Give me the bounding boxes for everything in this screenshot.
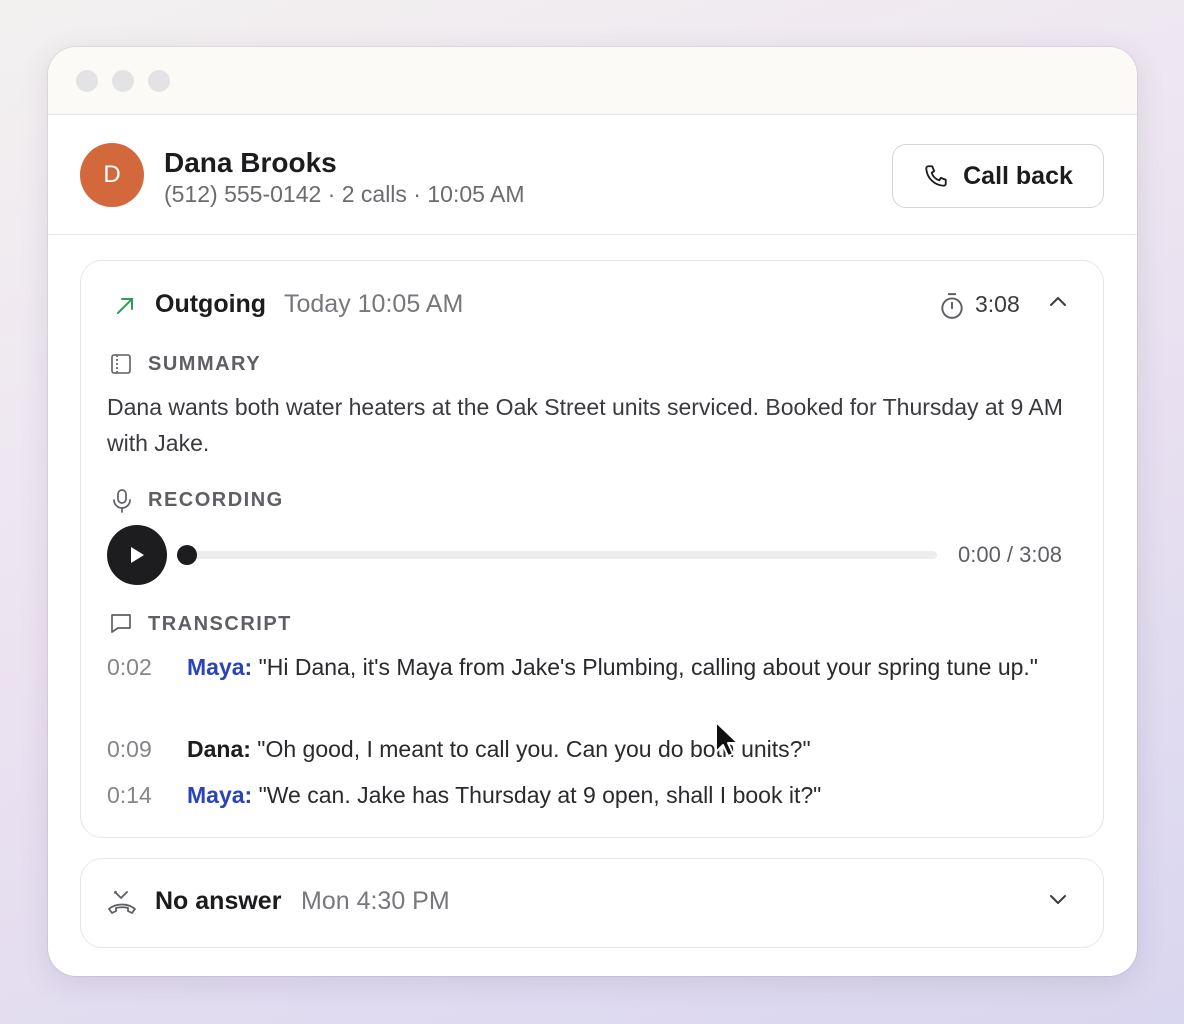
stopwatch-icon (941, 293, 963, 319)
call-detail-window: D Dana Brooks (512) 555-0142 · 2 calls ·… (48, 47, 1137, 976)
call-card-outgoing: Outgoing Today 10:05 AM 3:08 SUMMARY Dan… (80, 260, 1104, 838)
transcript-line: 0:09 Dana: "Oh good, I meant to call you… (107, 732, 1057, 766)
transcript-timestamp: 0:14 (107, 782, 152, 808)
transcript-timestamp: 0:02 (107, 654, 152, 680)
recording-progress-track[interactable] (179, 551, 937, 559)
play-icon (131, 547, 144, 563)
chevron-down-icon[interactable] (1047, 891, 1069, 907)
phone-icon (925, 165, 947, 187)
chat-bubble-icon (111, 614, 131, 633)
window-close-dot[interactable] (76, 70, 98, 92)
avatar: D (80, 143, 144, 207)
call-direction: No answer (155, 887, 282, 915)
transcript-line: 0:14 Maya: "We can. Jake has Thursday at… (107, 778, 1057, 812)
contact-header: D Dana Brooks (512) 555-0142 · 2 calls ·… (48, 115, 1137, 235)
window-minimize-dot[interactable] (112, 70, 134, 92)
recording-scrubber-knob[interactable] (177, 545, 197, 565)
call-back-label: Call back (963, 161, 1073, 190)
microphone-icon (113, 489, 131, 513)
summary-text: Dana wants both water heaters at the Oak… (107, 394, 1063, 456)
transcript-text: "Hi Dana, it's Maya from Jake's Plumbing… (258, 654, 1038, 680)
transcript-speaker: Maya: (187, 654, 253, 680)
call-duration: 3:08 (975, 291, 1020, 317)
recording-label: RECORDING (148, 489, 284, 511)
call-direction: Outgoing (155, 290, 267, 318)
call-back-button[interactable]: Call back (892, 144, 1104, 208)
recording-time: 0:00 / 3:08 (958, 542, 1062, 567)
transcript-line: 0:02 Maya: "Hi Dana, it's Maya from Jake… (107, 650, 1057, 720)
transcript-label: TRANSCRIPT (148, 613, 292, 635)
document-icon (111, 354, 131, 374)
call-time: Today 10:05 AM (284, 290, 464, 318)
transcript-text: "We can. Jake has Thursday at 9 open, sh… (258, 782, 822, 808)
title-bar (48, 47, 1137, 115)
call-time: Mon 4:30 PM (301, 887, 450, 915)
transcript-speaker: Dana: (187, 736, 251, 762)
call-card-no-answer[interactable]: No answer Mon 4:30 PM (80, 858, 1104, 948)
contact-name: Dana Brooks (164, 147, 337, 178)
summary-label: SUMMARY (148, 353, 262, 375)
transcript-timestamp: 0:09 (107, 736, 152, 762)
contact-meta: (512) 555-0142 · 2 calls · 10:05 AM (164, 181, 525, 207)
mouse-cursor-icon (715, 721, 739, 757)
missed-call-icon (108, 891, 136, 914)
transcript-speaker: Maya: (187, 782, 253, 808)
window-zoom-dot[interactable] (148, 70, 170, 92)
chevron-up-icon[interactable] (1047, 293, 1069, 309)
arrow-up-right-icon (117, 298, 133, 314)
play-button[interactable] (107, 525, 167, 585)
